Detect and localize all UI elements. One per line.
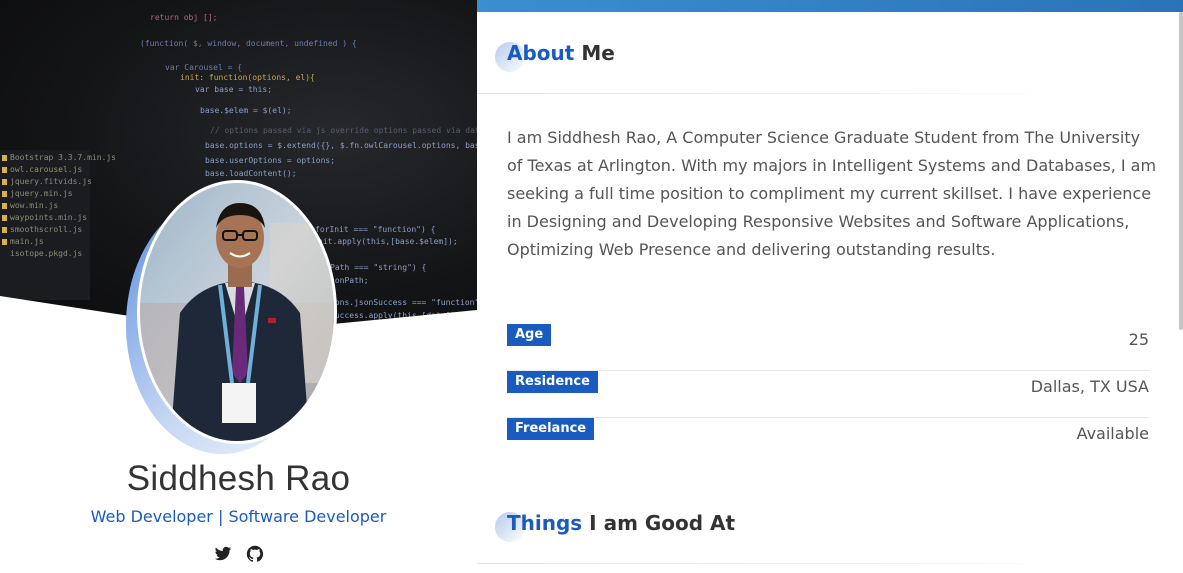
freelance-value: Available [1076,424,1149,443]
about-title-accent: About [507,41,575,65]
section-divider [477,93,1077,94]
info-row-age: Age 25 [507,324,1149,371]
freelance-badge: Freelance [507,418,595,440]
residence-badge: Residence [507,371,598,393]
about-text: I am Siddhesh Rao, A Computer Science Gr… [507,128,1157,259]
info-row-freelance: Freelance Available [507,418,1149,465]
about-title: About Me [507,41,615,65]
social-links [0,545,477,563]
scrollbar[interactable] [1179,12,1183,330]
about-title-rest: Me [581,41,615,65]
residence-value: Dallas, TX USA [1030,377,1149,396]
github-icon[interactable] [246,545,264,563]
age-badge: Age [507,324,552,346]
profile-roles: Web Developer | Software Developer [90,507,387,526]
avatar [137,180,337,444]
content-card: About Me I am Siddhesh Rao, A Computer S… [477,0,1183,573]
top-accent-bar [477,0,1183,12]
profile-name: Siddhesh Rao [126,459,351,498]
skills-title: Things I am Good At [507,511,735,535]
twitter-icon[interactable] [214,545,232,563]
skills-title-accent: Things [507,511,583,535]
profile-card: Bootstrap 3.3.7.min.js owl.carousel.js j… [0,0,477,573]
section-divider [477,563,1077,564]
skills-title-rest: I am Good At [589,511,736,535]
info-row-residence: Residence Dallas, TX USA [507,371,1149,418]
age-value: 25 [1128,330,1149,349]
